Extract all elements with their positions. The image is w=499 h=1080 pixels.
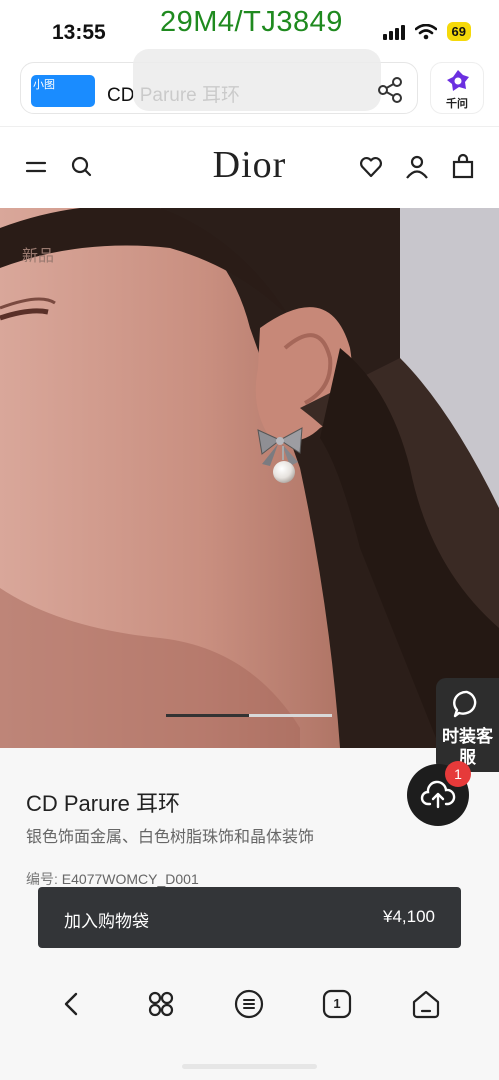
- watermark: 29M4/TJ3849: [160, 6, 343, 38]
- chat-icon: [453, 690, 477, 718]
- qianwen-label: 千问: [446, 98, 468, 110]
- tabs-button[interactable]: 1: [319, 986, 355, 1022]
- status-icons: 69: [382, 22, 471, 41]
- back-icon[interactable]: [54, 986, 90, 1022]
- apps-icon[interactable]: [143, 986, 179, 1022]
- home-indicator: [182, 1064, 317, 1069]
- sku-label: 编号:: [26, 871, 62, 887]
- product-name: CD Parure 耳环: [26, 791, 181, 816]
- model-earring-photo: [0, 208, 499, 748]
- status-time: 13:55: [52, 21, 106, 44]
- qianwen-button[interactable]: 千问: [430, 62, 484, 114]
- product-price: ¥4,100: [383, 907, 435, 926]
- add-to-cart-button[interactable]: 加入购物袋 ¥4,100: [38, 887, 461, 948]
- share-icon[interactable]: [375, 77, 405, 103]
- sku-value: E4077WOMCY_D001: [61, 871, 199, 887]
- product-sku: 编号: E4077WOMCY_D001: [26, 869, 199, 889]
- tab-count: 1: [333, 996, 341, 1011]
- signal-icon: [382, 24, 405, 40]
- heart-icon[interactable]: [357, 153, 385, 181]
- qianwen-icon: [447, 70, 469, 91]
- home-icon[interactable]: [408, 986, 444, 1022]
- add-to-cart-label: 加入购物袋: [64, 912, 149, 931]
- site-header: Dior: [0, 126, 499, 208]
- notification-badge: 1: [445, 761, 471, 787]
- slide-pager-active: [166, 714, 249, 717]
- thumbnail-label: 小图: [33, 79, 55, 91]
- user-icon[interactable]: [403, 153, 431, 181]
- customer-service-button[interactable]: 时装客服: [436, 678, 499, 772]
- wifi-icon: [414, 23, 437, 39]
- loading-overlay: [133, 49, 381, 111]
- new-tag: 新品: [22, 248, 55, 265]
- bag-icon[interactable]: [449, 153, 477, 181]
- menu-circle-icon[interactable]: [231, 986, 267, 1022]
- customer-service-label: 时装客服: [442, 727, 493, 767]
- product-hero-image[interactable]: 新品: [0, 208, 499, 748]
- browser-top-bar: 小图 CD Parure 耳环 千问: [0, 49, 499, 126]
- slide-pager[interactable]: [166, 714, 332, 717]
- search-bar[interactable]: 小图 CD Parure 耳环: [20, 49, 418, 114]
- battery-indicator: 69: [446, 22, 471, 41]
- browser-bottom-nav: 1: [0, 968, 499, 1042]
- thumbnail-button[interactable]: 小图: [31, 75, 95, 107]
- product-description: 银色饰面金属、白色树脂珠饰和晶体装饰: [26, 829, 315, 846]
